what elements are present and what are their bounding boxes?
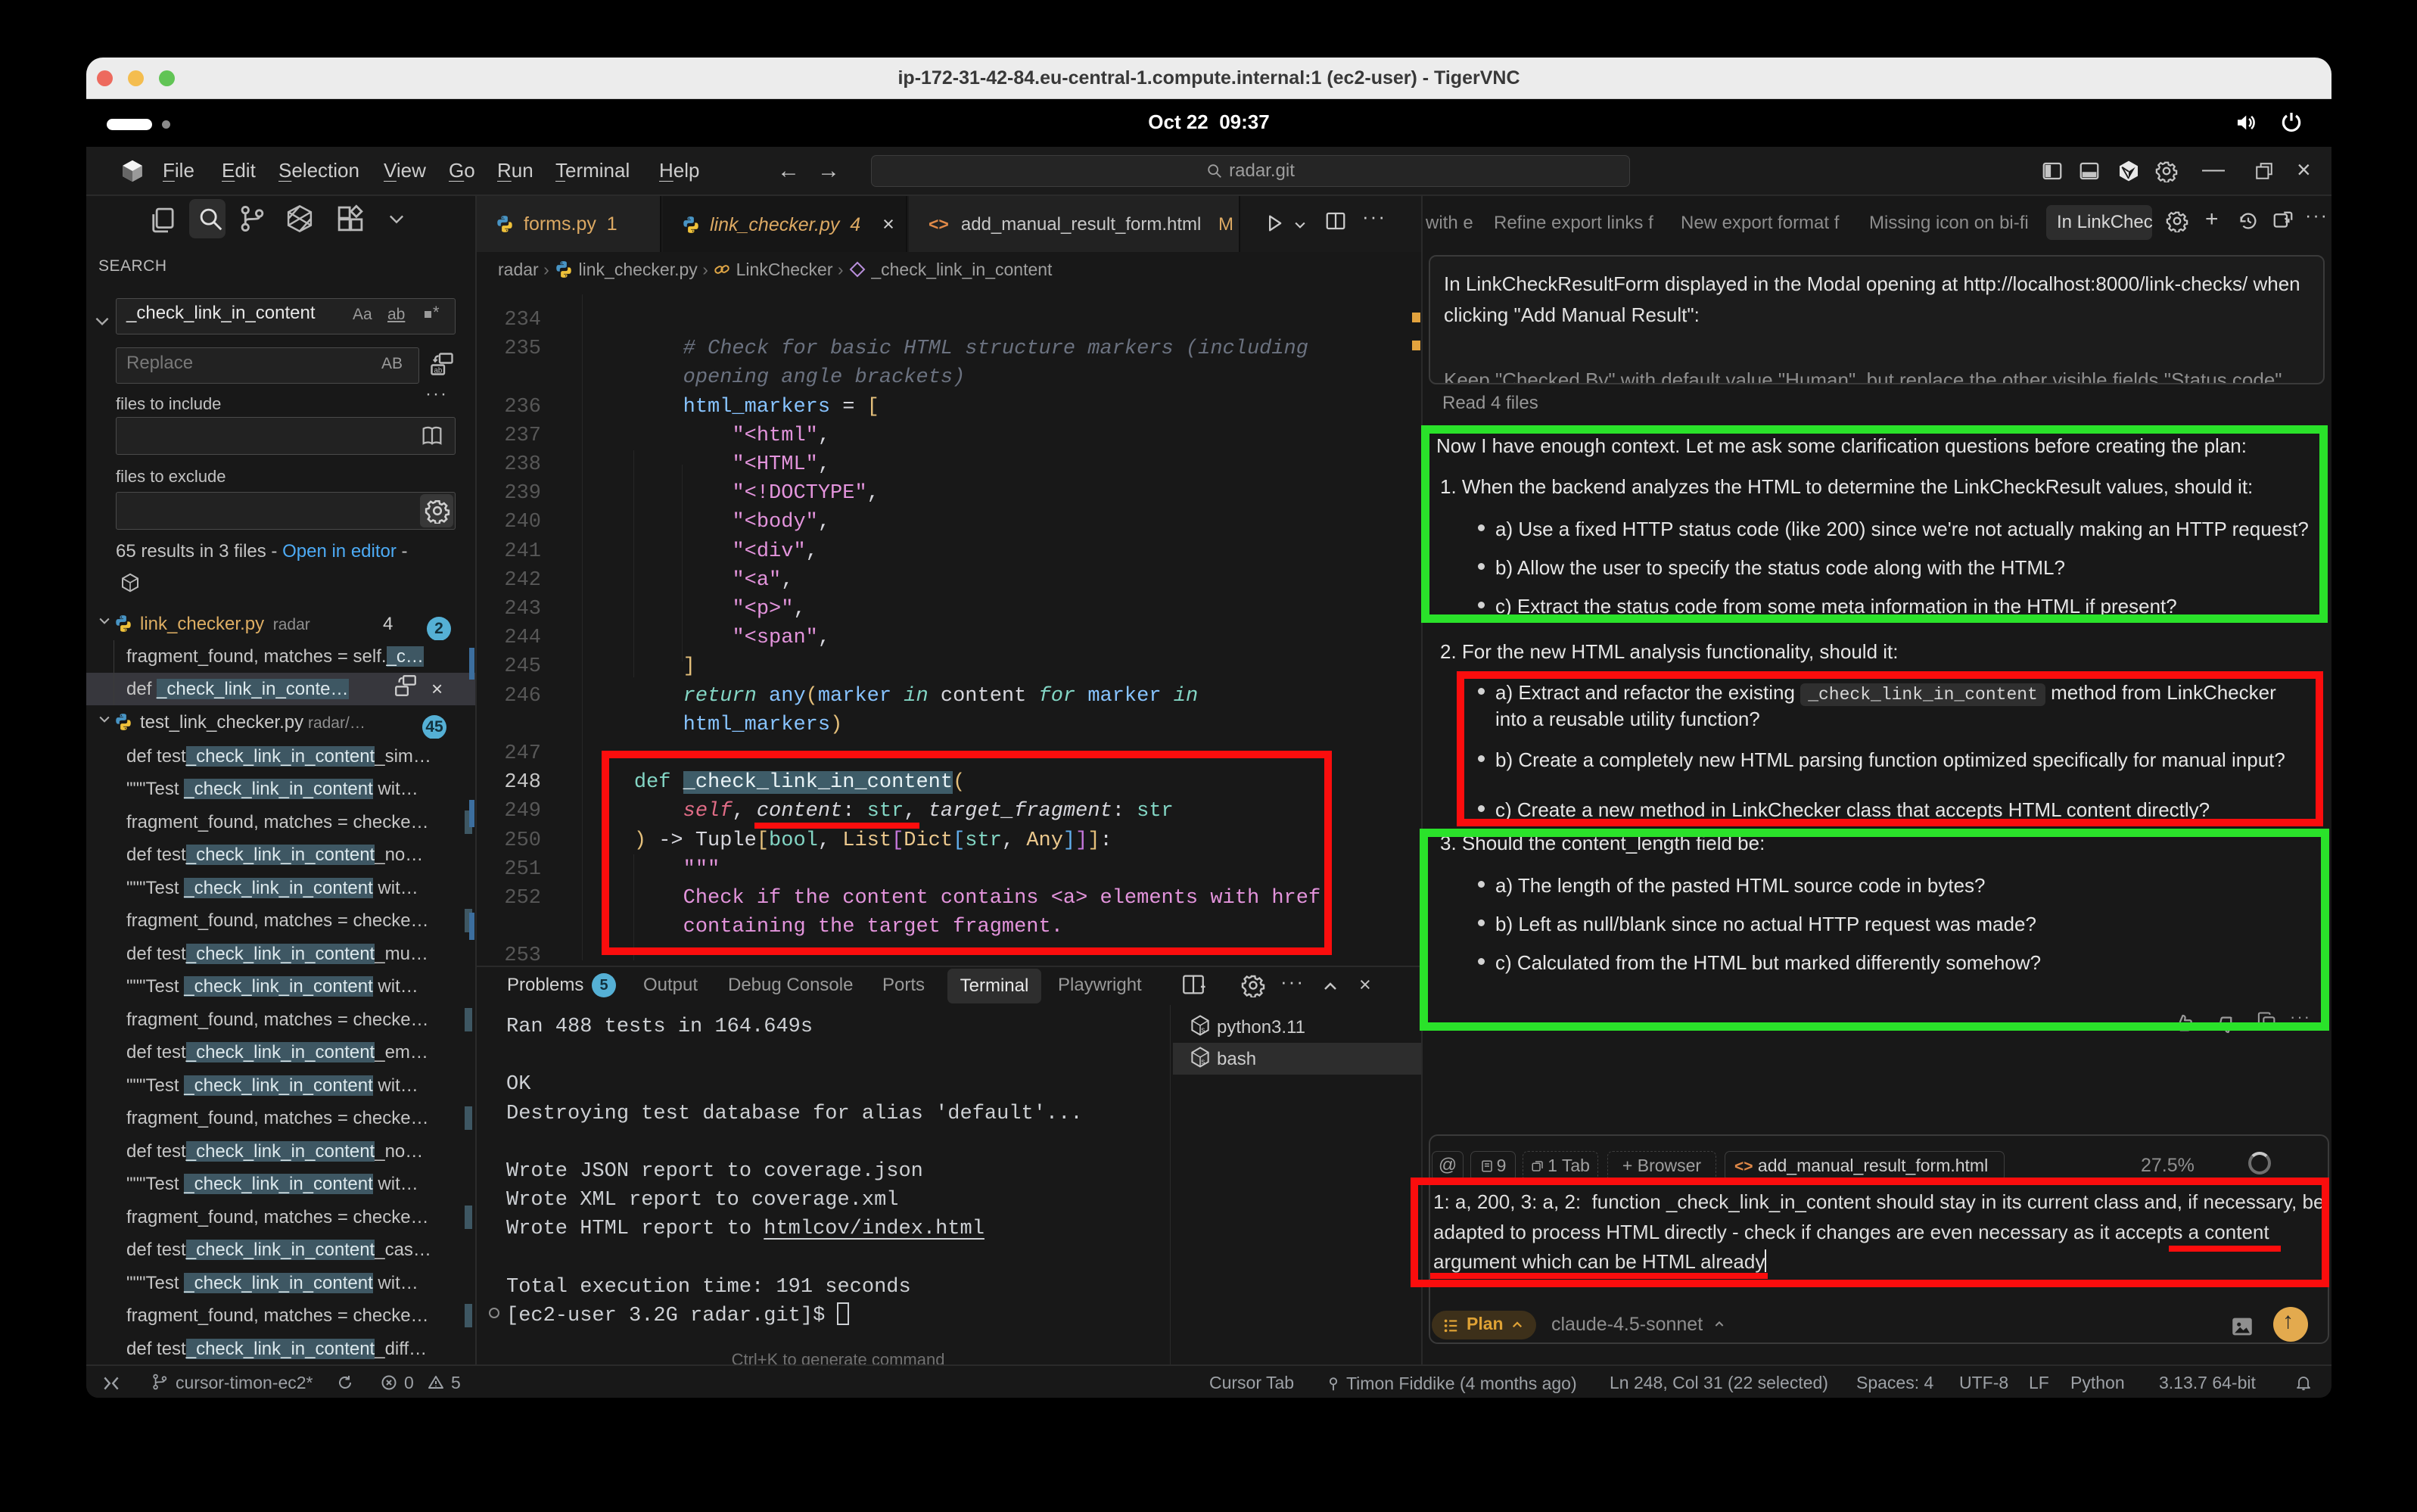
svg-text:s: s (1201, 1058, 1205, 1066)
svg-text:s: s (1201, 1026, 1205, 1034)
